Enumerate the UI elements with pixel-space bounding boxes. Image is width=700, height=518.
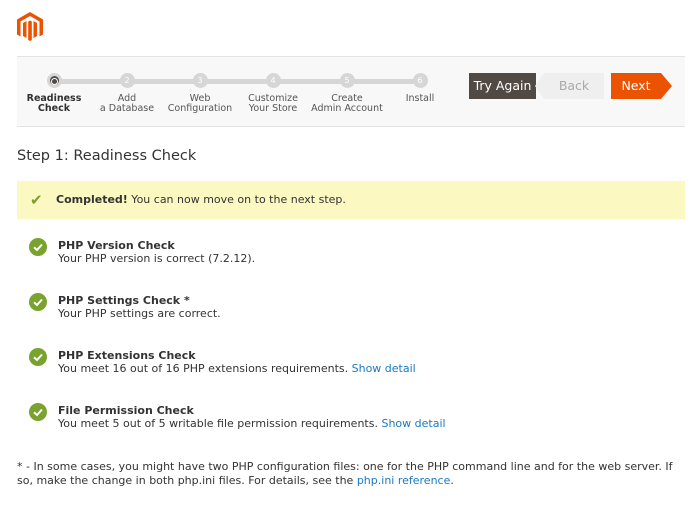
step-label-line2: a Database [99, 103, 155, 114]
check-circle-icon [29, 238, 47, 256]
back-button[interactable]: Back [535, 73, 604, 99]
check-circle-icon [29, 293, 47, 311]
step-label: Install [375, 94, 465, 104]
check-text: Your PHP version is correct (7.2.12). [58, 252, 256, 265]
install-progress-nav: Readiness Check 2 Add a Database 3 Web Configur… [17, 56, 685, 127]
success-banner: ✔ Completed! You can now move on to the … [17, 181, 685, 219]
page-title: Step 1: Readiness Check [17, 148, 197, 164]
step-indicator [46, 73, 62, 88]
step-6: 6 Install [375, 73, 465, 104]
step-label-line2: Your Store [248, 103, 298, 114]
step-indicator: 5 [339, 73, 355, 88]
check-text: Your PHP settings are correct. [58, 307, 221, 320]
step-label-line1: Install [405, 93, 435, 104]
check-circle-icon [29, 348, 47, 366]
step-label-line2: Check [37, 103, 71, 114]
magento-logo [17, 12, 43, 41]
footnote-text: * - In some cases, you might have two PH… [17, 460, 673, 487]
php-ini-reference-link[interactable]: php.ini reference [357, 474, 451, 487]
footnote: * - In some cases, you might have two PH… [17, 460, 687, 487]
check-text: You meet 5 out of 5 writable file permis… [58, 417, 382, 430]
check-title: File Permission Check [58, 404, 194, 417]
check-text: You meet 16 out of 16 PHP extensions req… [58, 362, 352, 375]
check-title: PHP Extensions Check [58, 349, 196, 362]
step-indicator: 3 [192, 73, 208, 88]
step-label-line2: Admin Account [311, 103, 383, 114]
step-indicator: 2 [119, 73, 135, 88]
next-button[interactable]: Next [611, 73, 672, 99]
check-icon: ✔ [30, 191, 43, 209]
banner-text: You can now move on to the next step. [127, 193, 346, 206]
show-detail-link[interactable]: Show detail [352, 362, 416, 375]
footnote-end: . [450, 473, 454, 487]
banner-strong: Completed! [56, 193, 128, 206]
check-title: PHP Settings Check * [58, 294, 190, 307]
check-title: PHP Version Check [58, 239, 175, 252]
check-circle-icon [29, 403, 47, 421]
step-label-line2: Configuration [167, 103, 233, 114]
show-detail-link[interactable]: Show detail [381, 417, 445, 430]
try-again-button[interactable]: Try Again [469, 73, 536, 99]
step-indicator: 4 [265, 73, 281, 88]
step-indicator: 6 [412, 73, 428, 88]
